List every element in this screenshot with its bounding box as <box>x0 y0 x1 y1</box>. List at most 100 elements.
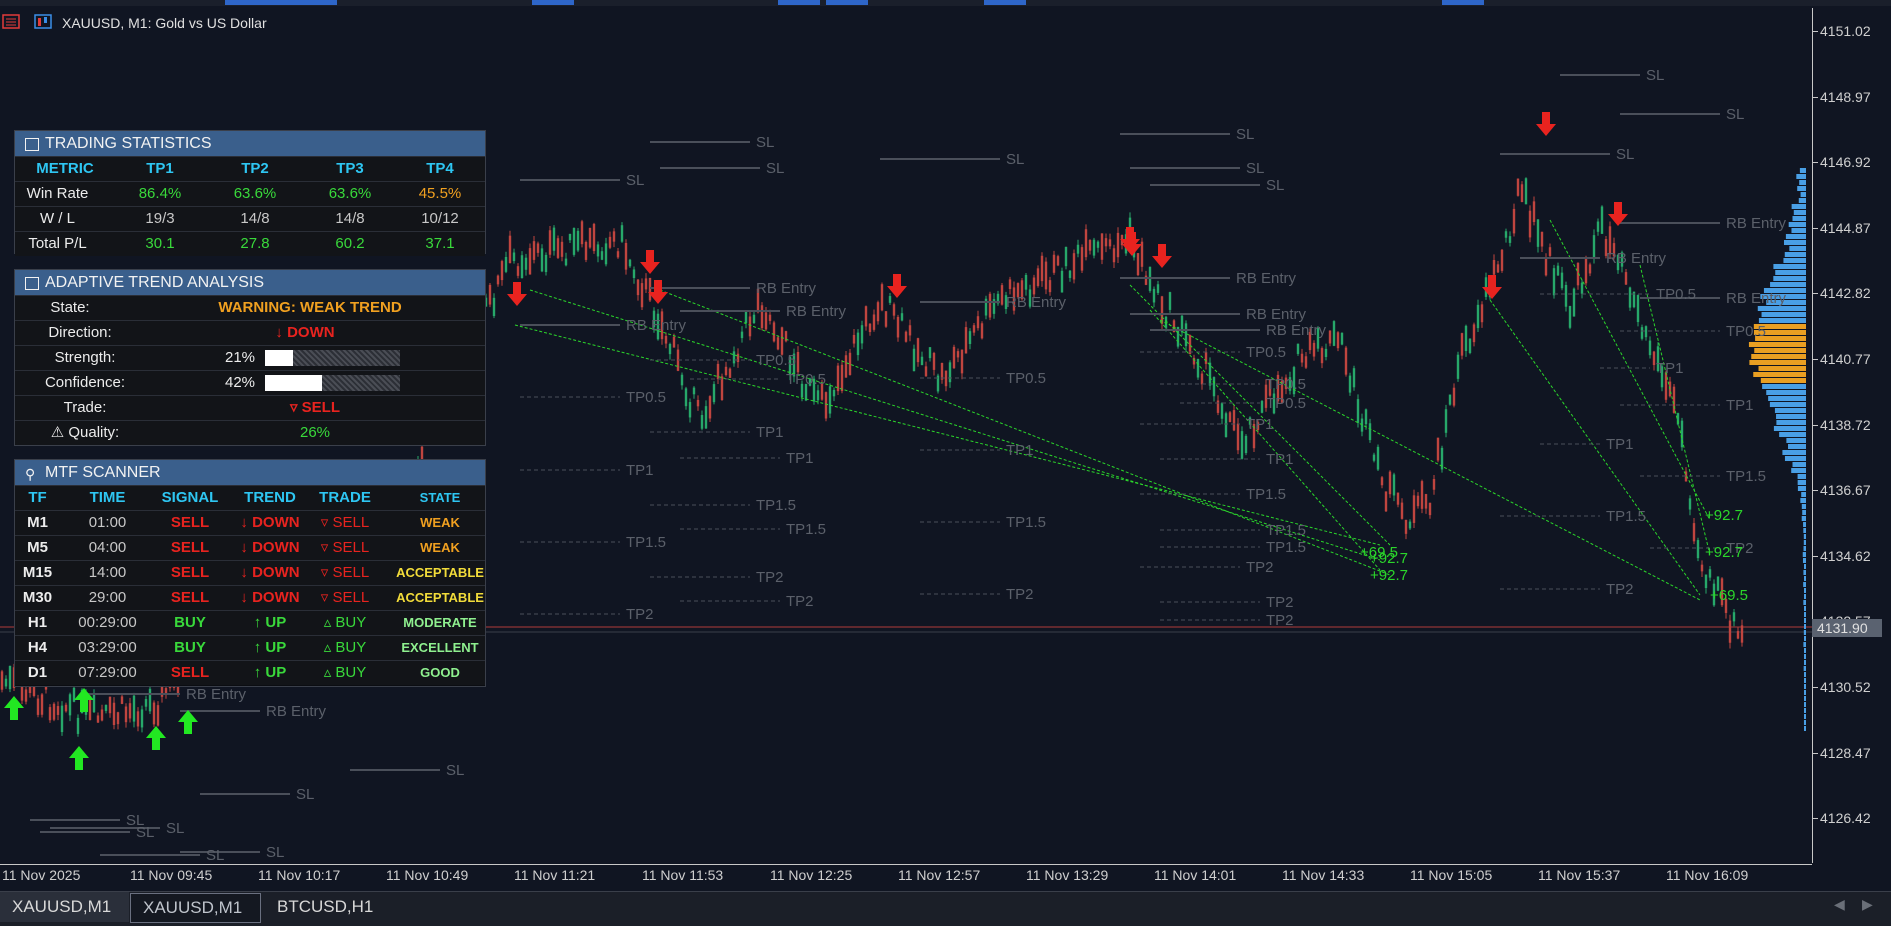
candle-body <box>796 351 800 373</box>
tp2-level-label: TP2 <box>756 569 784 586</box>
candle-body <box>520 255 524 279</box>
row-label: Trade: <box>63 399 107 416</box>
volume-bar <box>1801 492 1806 497</box>
sl-level-label: SL <box>136 824 154 841</box>
candle-body <box>1640 327 1644 339</box>
tab-btcusd-h1[interactable]: BTCUSD,H1 <box>265 892 389 922</box>
time-axis[interactable] <box>0 864 1812 865</box>
price-tick <box>1812 96 1818 98</box>
candle-body <box>1108 239 1112 247</box>
sl-level-label: SL <box>1616 146 1634 163</box>
sl-level-label: SL <box>626 172 644 189</box>
candle-body <box>1240 431 1244 459</box>
candle-body <box>1544 257 1548 276</box>
panel-header: ⚲ MTF SCANNER <box>15 460 485 485</box>
scroll-left-icon[interactable]: ◀ <box>1834 896 1845 913</box>
candle-body <box>876 302 880 322</box>
candle-body <box>1168 292 1172 310</box>
toolbar-segment[interactable] <box>225 0 337 5</box>
candle-body <box>48 707 52 721</box>
sl-level-label: SL <box>446 762 464 779</box>
volume-bar <box>1803 546 1806 551</box>
trend-confidence-row: Confidence: 42% <box>15 370 485 395</box>
candle-body <box>1740 625 1744 643</box>
state-cell: ACCEPTABLE <box>396 565 484 580</box>
state-cell: WEAK <box>420 540 460 555</box>
volume-bar <box>1803 570 1806 575</box>
column-header: TF <box>28 489 47 506</box>
sell-arrow-icon <box>1536 112 1556 136</box>
row-label: Direction: <box>48 324 112 341</box>
price-axis[interactable] <box>1812 8 1891 863</box>
row-label: Win Rate <box>26 185 89 202</box>
candle-body <box>912 348 916 372</box>
toolbar-segment[interactable] <box>1442 0 1484 5</box>
toolbar-segment[interactable] <box>984 0 1026 5</box>
time-cell: 29:00 <box>88 589 127 606</box>
time-tick-label: 11 Nov 14:33 <box>1282 867 1365 883</box>
volume-bar <box>1792 462 1806 467</box>
candle-body <box>1596 221 1600 232</box>
candle-body <box>1152 288 1156 303</box>
candle-body <box>1600 206 1604 234</box>
candle-body <box>1044 261 1048 290</box>
candle-body <box>1452 387 1456 406</box>
candle-body <box>532 241 536 260</box>
table-cell: 37.1 <box>425 235 455 252</box>
volume-bar <box>1804 726 1806 731</box>
tab-xauusd-m1[interactable]: XAUUSD,M1 <box>0 892 129 922</box>
volume-bar <box>1804 636 1806 641</box>
candle-body <box>108 696 112 714</box>
candle-body <box>1296 343 1300 354</box>
table-cell: 10/12 <box>421 210 459 227</box>
candle-body <box>492 297 496 317</box>
tp05-level-label: TP0.5 <box>1246 344 1286 361</box>
candle-body <box>1648 340 1652 356</box>
volume-bar <box>1775 270 1806 275</box>
time-cell: 07:29:00 <box>78 664 137 681</box>
candle-body <box>1456 354 1460 379</box>
scroll-right-icon[interactable]: ▶ <box>1862 896 1873 913</box>
candle-body <box>740 331 744 339</box>
candle-body <box>584 241 588 260</box>
panel-title: TRADING STATISTICS <box>45 135 212 152</box>
candle-body <box>1068 270 1072 278</box>
candle-body <box>816 390 820 401</box>
candle-body <box>572 227 576 255</box>
rb-entry-level-label: RB Entry <box>1726 215 1787 232</box>
gain-label: +92.7 <box>1370 567 1408 584</box>
candle-body <box>1584 257 1588 284</box>
time-tick-label: 11 Nov 15:05 <box>1410 867 1493 883</box>
candle-body <box>592 223 596 252</box>
price-tick-label: 4136.67 <box>1820 482 1871 499</box>
toolbar-segment[interactable] <box>826 0 868 5</box>
signal-cell: BUY <box>174 639 206 656</box>
menu-icon[interactable] <box>2 14 20 29</box>
candle-body <box>1704 574 1708 589</box>
toolbar-segment[interactable] <box>778 0 820 5</box>
candle-body <box>1628 287 1632 308</box>
panel-header: TRADING STATISTICS <box>15 131 485 156</box>
candle-body <box>900 313 904 321</box>
tp2-level-label: TP2 <box>1606 581 1634 598</box>
volume-bar <box>1751 354 1806 359</box>
candle-body <box>1532 201 1536 223</box>
candle-body <box>1384 491 1388 512</box>
trade-cell: ▵ BUY <box>323 664 367 681</box>
chart-type-icon[interactable] <box>34 14 52 29</box>
signal-cell: SELL <box>170 589 210 606</box>
projection-line <box>1159 319 1701 601</box>
tab-xauusd-m1-alt[interactable]: XAUUSD,M1 <box>130 893 261 923</box>
toolbar-segment[interactable] <box>532 0 574 5</box>
candle-body <box>1076 244 1080 254</box>
chart-title: XAUUSD, M1: Gold vs US Dollar <box>62 15 267 31</box>
candle-body <box>688 402 692 418</box>
candle-body <box>632 269 636 278</box>
volume-bar <box>1804 708 1806 713</box>
time-tick-label: 11 Nov 2025 <box>2 867 81 883</box>
tp1-level-label: TP1 <box>1246 416 1274 433</box>
volume-bar <box>1799 168 1806 173</box>
candle-body <box>976 316 980 329</box>
candle-body <box>1372 454 1376 461</box>
volume-bar <box>1803 630 1806 635</box>
